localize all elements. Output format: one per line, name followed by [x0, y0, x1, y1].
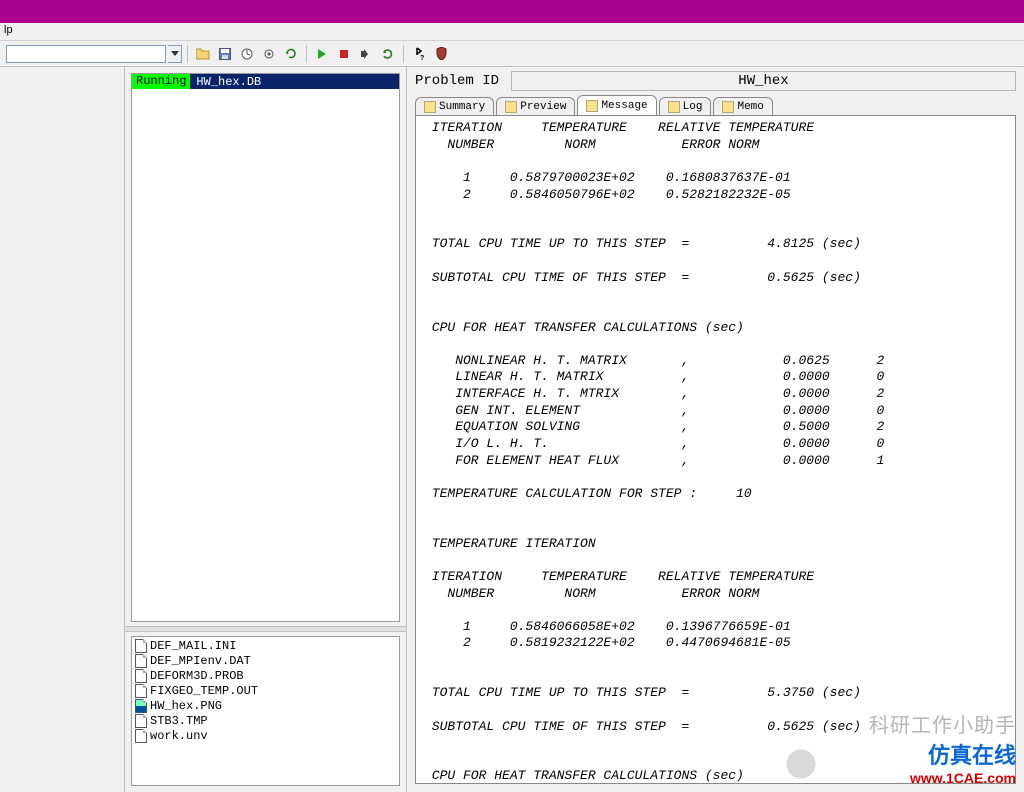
file-name: DEF_MPIenv.DAT [150, 654, 251, 668]
path-combo-dropdown[interactable] [168, 45, 182, 63]
toolbar: ? [0, 41, 1024, 67]
file-name: work.unv [150, 729, 208, 743]
menu-bar[interactable]: lp [0, 23, 1024, 41]
panel-splitter[interactable] [125, 626, 406, 632]
toolbar-separator [403, 45, 404, 63]
tab-label: Log [683, 101, 703, 113]
settings-icon[interactable] [259, 44, 279, 64]
running-job-row[interactable]: Running HW_hex.DB [132, 74, 399, 89]
stop-icon[interactable] [334, 44, 354, 64]
message-output[interactable]: ITERATION TEMPERATURE RELATIVE TEMPERATU… [415, 115, 1016, 784]
play-icon[interactable] [312, 44, 332, 64]
left-panel [0, 67, 125, 792]
file-icon [135, 684, 147, 698]
problem-id-row: Problem ID HW_hex [407, 67, 1024, 93]
help-icon[interactable]: ? [409, 44, 429, 64]
list-item[interactable]: DEFORM3D.PROB [133, 668, 398, 683]
file-name: STB3.TMP [150, 714, 208, 728]
file-icon [135, 654, 147, 668]
folder-icon[interactable] [193, 44, 213, 64]
list-item[interactable]: DEF_MPIenv.DAT [133, 653, 398, 668]
menu-help[interactable]: lp [4, 24, 13, 36]
file-list-panel[interactable]: DEF_MAIL.INI DEF_MPIenv.DAT DEFORM3D.PRO… [131, 636, 400, 786]
path-combo-input[interactable] [6, 45, 166, 63]
clock-icon[interactable] [237, 44, 257, 64]
tab-preview[interactable]: Preview [496, 97, 575, 115]
window-titlebar [0, 0, 1024, 23]
file-name: DEF_MAIL.INI [150, 639, 236, 653]
list-item[interactable]: STB3.TMP [133, 713, 398, 728]
document-icon [505, 101, 517, 113]
tab-label: Preview [520, 101, 566, 113]
file-icon [135, 714, 147, 728]
file-icon [135, 639, 147, 653]
shield-icon[interactable] [431, 44, 451, 64]
file-name: HW_hex.PNG [150, 699, 222, 713]
image-file-icon [135, 699, 147, 713]
list-item[interactable]: FIXGEO_TEMP.OUT [133, 683, 398, 698]
tab-memo[interactable]: Memo [713, 97, 772, 115]
list-item[interactable]: HW_hex.PNG [133, 698, 398, 713]
tab-log[interactable]: Log [659, 97, 712, 115]
tab-message[interactable]: Message [577, 95, 656, 115]
document-icon [722, 101, 734, 113]
file-name: DEFORM3D.PROB [150, 669, 244, 683]
tab-label: Memo [737, 101, 763, 113]
job-status-badge: Running [132, 74, 190, 89]
file-name: FIXGEO_TEMP.OUT [150, 684, 258, 698]
middle-panel: Running HW_hex.DB DEF_MAIL.INI DEF_MPIen… [125, 67, 407, 792]
tab-label: Message [601, 100, 647, 112]
file-icon [135, 669, 147, 683]
list-item[interactable]: work.unv [133, 728, 398, 743]
toolbar-separator [187, 45, 188, 63]
right-panel: Problem ID HW_hex Summary Preview Messag… [407, 67, 1024, 792]
document-icon [668, 101, 680, 113]
problem-id-label: Problem ID [415, 73, 499, 89]
cycle-icon[interactable] [378, 44, 398, 64]
list-item[interactable]: DEF_MAIL.INI [133, 638, 398, 653]
svg-text:?: ? [420, 55, 424, 61]
refresh-icon[interactable] [281, 44, 301, 64]
tab-label: Summary [439, 101, 485, 113]
step-icon[interactable] [356, 44, 376, 64]
document-icon [586, 100, 598, 112]
problem-id-value[interactable]: HW_hex [511, 71, 1016, 91]
running-jobs-panel[interactable]: Running HW_hex.DB [131, 73, 400, 622]
output-tabs: Summary Preview Message Log Memo [407, 93, 1024, 115]
job-file-name: HW_hex.DB [196, 75, 261, 89]
toolbar-separator [306, 45, 307, 63]
save-icon[interactable] [215, 44, 235, 64]
tab-summary[interactable]: Summary [415, 97, 494, 115]
document-icon [424, 101, 436, 113]
file-icon [135, 729, 147, 743]
